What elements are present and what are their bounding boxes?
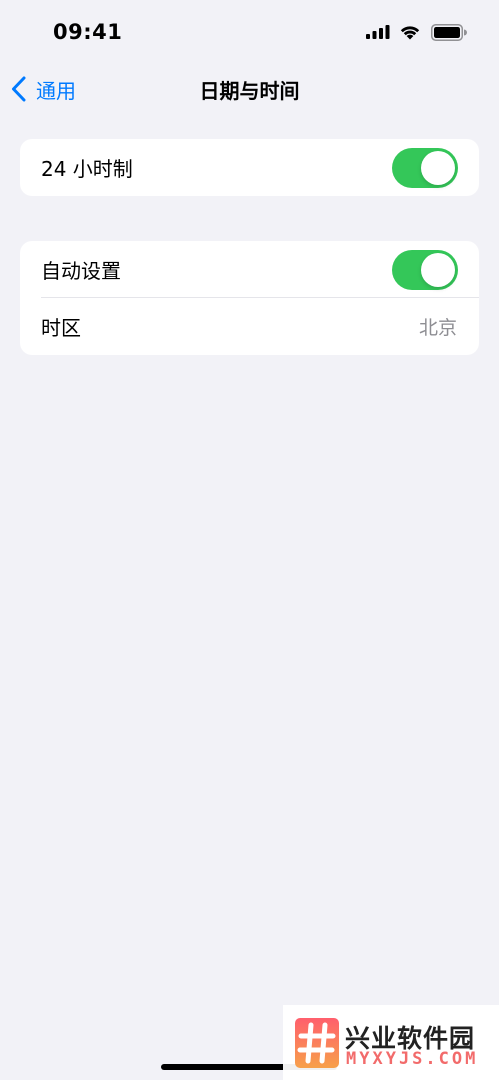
- cellular-signal-icon: [366, 25, 390, 39]
- navigation-bar: 通用 日期与时间: [0, 66, 499, 112]
- row-label-set-automatically: 自动设置: [41, 259, 121, 283]
- toggle-knob: [421, 151, 455, 185]
- row-24-hour-time: 24 小时制: [20, 139, 479, 196]
- row-set-automatically: 自动设置: [20, 241, 479, 298]
- watermark-subtitle: MYXYJS.COM: [346, 1049, 479, 1069]
- status-time: 09:41: [53, 20, 123, 44]
- row-label-24-hour: 24 小时制: [41, 157, 133, 181]
- battery-icon: [431, 24, 467, 41]
- hash-logo-icon: [295, 1018, 339, 1068]
- watermark: 兴业软件园 MYXYJS.COM: [283, 1005, 499, 1080]
- toggle-set-automatically[interactable]: [392, 250, 458, 290]
- toggle-knob: [421, 253, 455, 287]
- status-bar: 09:41: [0, 0, 499, 66]
- row-time-zone[interactable]: 时区 北京: [20, 298, 479, 355]
- row-label-time-zone: 时区: [41, 316, 81, 340]
- page-title: 日期与时间: [199, 79, 300, 103]
- time-zone-value: 北京: [418, 317, 457, 339]
- settings-group-auto: 自动设置 时区 北京: [20, 241, 479, 355]
- settings-group-clock: 24 小时制: [20, 139, 479, 196]
- toggle-24-hour[interactable]: [392, 148, 458, 188]
- wifi-icon: [400, 26, 420, 40]
